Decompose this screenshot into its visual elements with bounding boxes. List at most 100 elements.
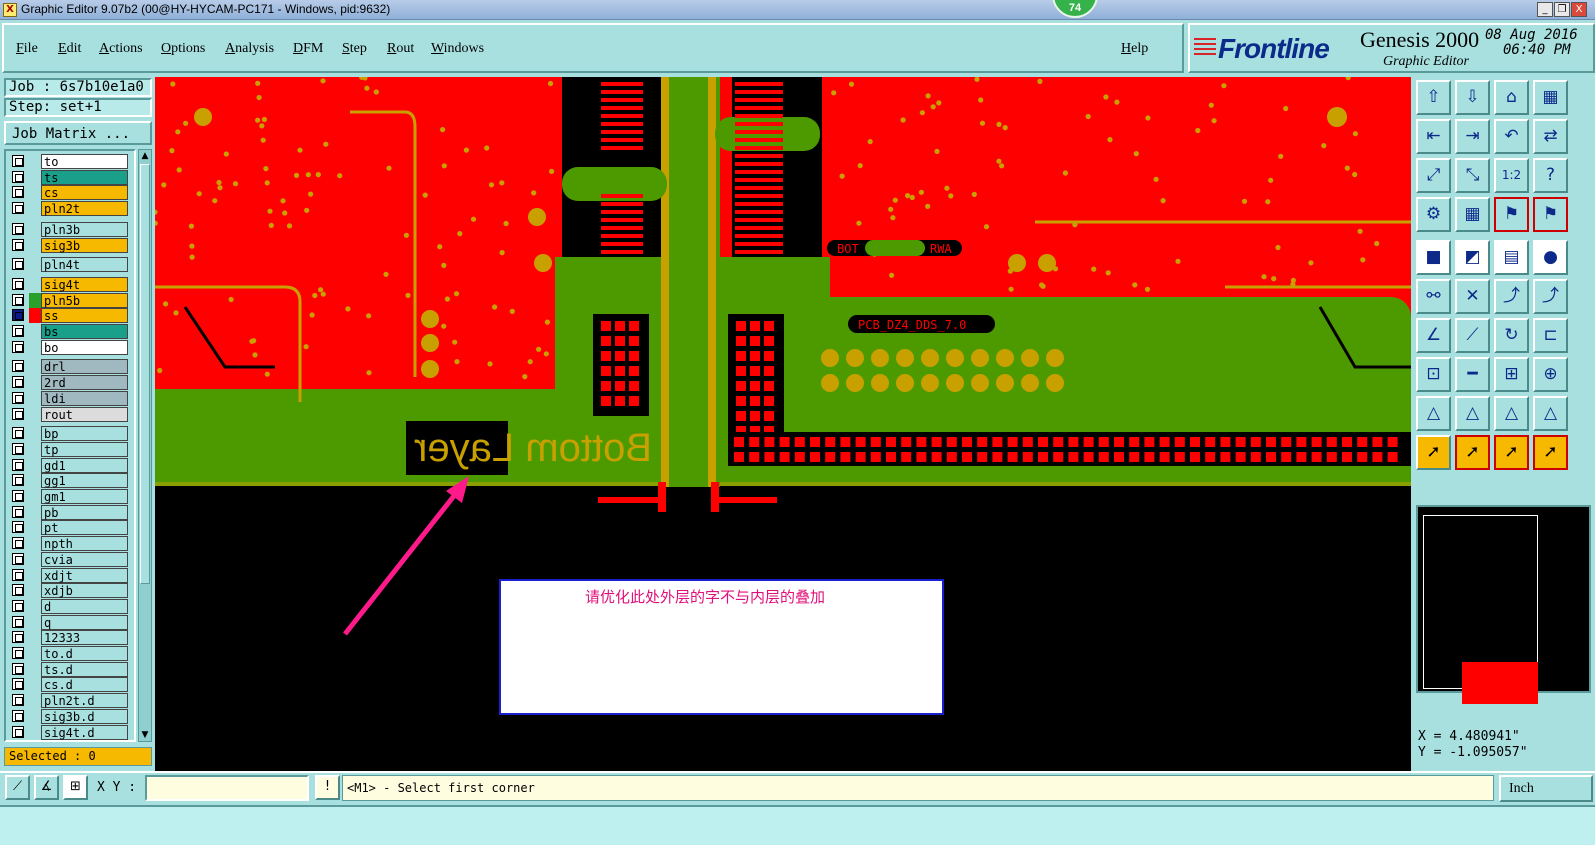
scale-icon[interactable]: 1:2 — [1494, 158, 1529, 193]
pointer-edit-icon[interactable]: ➚ — [1494, 435, 1529, 470]
layer-name[interactable]: 12333 — [41, 630, 128, 646]
unit-select[interactable]: Inch — [1499, 775, 1593, 802]
fill-icon[interactable]: ■ — [1416, 240, 1451, 275]
home-icon[interactable]: ⌂ — [1494, 80, 1529, 115]
layer-checkbox[interactable] — [12, 490, 24, 502]
menu-file[interactable]: File — [16, 41, 38, 57]
move-left-icon[interactable]: ⇤ — [1416, 119, 1451, 154]
layer-checkbox[interactable] — [12, 631, 24, 644]
layer-row-12333[interactable]: 12333 — [8, 630, 132, 646]
annotation-box[interactable]: 请优化此处外层的字不与内层的叠加 — [499, 579, 944, 715]
layer-checkbox[interactable] — [12, 391, 24, 404]
xy-input[interactable] — [145, 775, 309, 801]
layer-row-bp[interactable]: bp — [8, 426, 132, 442]
layer-checkbox[interactable] — [12, 293, 24, 306]
layer-row-sig4t[interactable]: sig4t — [8, 276, 132, 292]
settings-icon[interactable]: ⚙ — [1416, 197, 1451, 232]
menu-dfm[interactable]: DFM — [293, 41, 323, 57]
layer-checkbox[interactable] — [12, 309, 24, 322]
layer-name[interactable]: ldi — [41, 390, 128, 406]
layer-row-gg1[interactable]: gg1 — [8, 473, 132, 489]
layer-list[interactable]: to ts cs pln2t pln3b sig3b pln4t sig4t pln5b ss bs… — [4, 149, 136, 742]
layer-checkbox[interactable] — [12, 238, 24, 251]
layer-name[interactable]: 2rd — [41, 375, 128, 391]
layer-checkbox[interactable] — [12, 340, 24, 353]
pointer-icon[interactable]: ➚ — [1416, 435, 1451, 470]
menu-windows[interactable]: Windows — [431, 41, 484, 57]
layer-name[interactable]: pln4t — [41, 257, 128, 273]
layer-row-ss[interactable]: ss — [8, 308, 132, 324]
scroll-thumb[interactable] — [140, 164, 150, 584]
layer-checkbox[interactable] — [12, 537, 24, 550]
layer-row-gm1[interactable]: gm1 — [8, 489, 132, 504]
layer-name[interactable]: q — [41, 614, 128, 630]
layer-checkbox[interactable] — [12, 360, 24, 373]
triangle-alt-icon[interactable]: △ — [1455, 396, 1490, 431]
arc-icon[interactable]: △ — [1494, 396, 1529, 431]
layer-row-sig4t.d[interactable]: sig4t.d — [8, 724, 132, 740]
layer-row-bs[interactable]: bs — [8, 324, 132, 339]
layer-row-xdjt[interactable]: xdjt — [8, 567, 132, 583]
layer-checkbox[interactable] — [12, 709, 24, 722]
layer-row-to[interactable]: to — [8, 154, 132, 169]
layer-row-cvia[interactable]: cvia — [8, 551, 132, 567]
layer-name[interactable]: ts — [41, 169, 128, 185]
layer-checkbox[interactable] — [12, 615, 24, 628]
layer-name[interactable]: cs — [41, 185, 128, 201]
layer-name[interactable]: bs — [41, 324, 128, 339]
layer-row-drl[interactable]: drl — [8, 359, 132, 375]
triangle-icon[interactable]: △ — [1416, 396, 1451, 431]
rotate-icon[interactable]: ↻ — [1494, 318, 1529, 353]
layer-checkbox[interactable] — [12, 186, 24, 199]
pointer-box-icon[interactable]: ➚ — [1455, 435, 1490, 470]
close-button[interactable]: X — [1571, 2, 1587, 17]
layer-checkbox[interactable] — [12, 694, 24, 707]
grid-icon[interactable]: ⊞ — [63, 775, 88, 800]
layer-name[interactable]: drl — [41, 359, 128, 375]
menu-actions[interactable]: Actions — [99, 41, 143, 57]
layer-checkbox[interactable] — [12, 458, 24, 471]
layer-row-ldi[interactable]: ldi — [8, 390, 132, 406]
menu-step[interactable]: Step — [342, 41, 367, 57]
layer-name[interactable]: gg1 — [41, 473, 128, 489]
measure-icon[interactable]: ∡ — [34, 775, 59, 800]
layer-name[interactable]: bo — [41, 339, 128, 355]
layer-name[interactable]: sig4t.d — [41, 724, 128, 740]
circle-icon[interactable]: ● — [1533, 240, 1568, 275]
layer-name[interactable]: sig3b — [41, 237, 128, 253]
layer-name[interactable]: xdjb — [41, 583, 128, 599]
layer-row-cs[interactable]: cs — [8, 185, 132, 201]
layer-checkbox[interactable] — [12, 521, 24, 534]
undo-icon[interactable]: ↶ — [1494, 119, 1529, 154]
layer-name[interactable]: d — [41, 598, 128, 614]
flag-alt-icon[interactable]: ⚑ — [1533, 197, 1568, 232]
zoom-in-icon[interactable]: ⤡ — [1455, 158, 1490, 193]
menu-help[interactable]: Help — [1121, 41, 1148, 57]
layer-checkbox[interactable] — [12, 552, 24, 565]
job-matrix-button[interactable]: Job Matrix ... — [4, 121, 152, 145]
layer-checkbox[interactable] — [12, 568, 24, 581]
grid-view-icon[interactable]: ▦ — [1533, 80, 1568, 115]
layer-row-q[interactable]: q — [8, 614, 132, 630]
layer-checkbox[interactable] — [12, 170, 24, 183]
target-icon[interactable]: ⊕ — [1533, 357, 1568, 392]
layer-name[interactable]: bp — [41, 426, 128, 442]
flag-icon[interactable]: ⚑ — [1494, 197, 1529, 232]
layer-name[interactable]: tp — [41, 441, 128, 457]
scroll-up-icon[interactable]: ▲ — [139, 150, 151, 162]
layer-row-pb[interactable]: pb — [8, 504, 132, 520]
layer-name[interactable]: cvia — [41, 551, 128, 567]
bracket-icon[interactable]: ⊏ — [1533, 318, 1568, 353]
layer-name[interactable]: to.d — [41, 646, 128, 661]
menu-analysis[interactable]: Analysis — [225, 41, 274, 57]
arc-alt-icon[interactable]: △ — [1533, 396, 1568, 431]
layer-name[interactable]: rout — [41, 406, 128, 422]
menu-edit[interactable]: Edit — [58, 41, 81, 57]
layer-row-tp[interactable]: tp — [8, 441, 132, 457]
layer-row-pln2t[interactable]: pln2t — [8, 201, 132, 217]
layer-checkbox[interactable] — [12, 678, 24, 691]
layer-checkbox[interactable] — [12, 155, 24, 167]
layer-row-cs.d[interactable]: cs.d — [8, 677, 132, 693]
overview-map[interactable] — [1416, 505, 1591, 704]
layer-checkbox[interactable] — [12, 505, 24, 518]
